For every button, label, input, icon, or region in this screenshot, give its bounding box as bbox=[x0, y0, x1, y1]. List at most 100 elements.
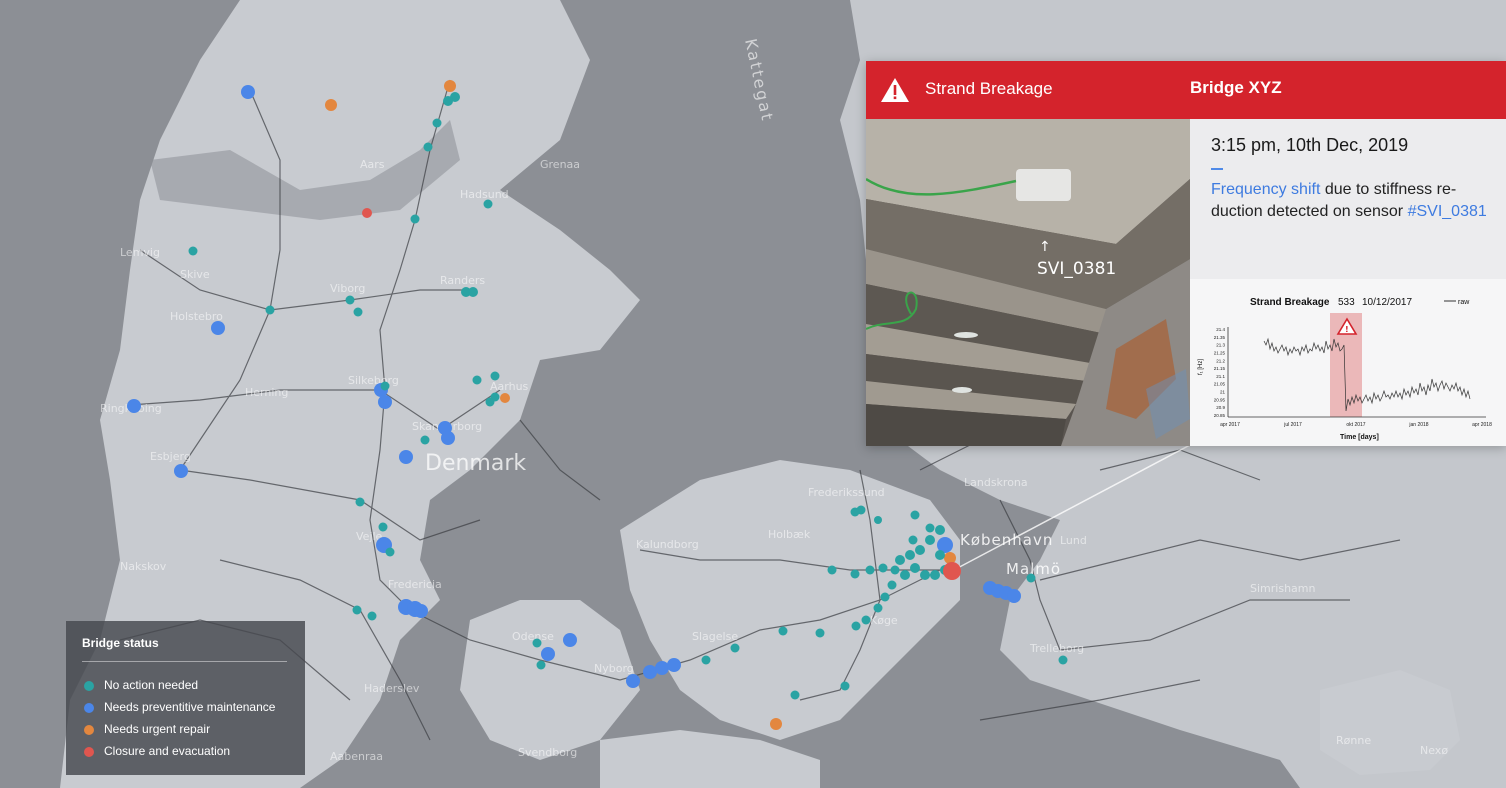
bridge-marker-preventive[interactable] bbox=[655, 661, 669, 675]
bridge-marker-no-action[interactable] bbox=[490, 371, 500, 381]
bridge-marker-no-action[interactable] bbox=[890, 565, 900, 575]
place-label: Nexø bbox=[1420, 744, 1448, 757]
legend-label: Needs preventitive maintenance bbox=[104, 700, 276, 714]
bridge-marker-no-action[interactable] bbox=[915, 545, 925, 555]
bridge-marker-no-action[interactable] bbox=[850, 507, 860, 517]
bridge-marker-no-action[interactable] bbox=[730, 643, 740, 653]
bridge-marker-urgent[interactable] bbox=[325, 99, 337, 111]
chart-y-tick: 21.15 bbox=[1214, 366, 1226, 371]
legend-title: Bridge status bbox=[82, 636, 159, 650]
bridge-marker-no-action[interactable] bbox=[910, 510, 920, 520]
place-label: Randers bbox=[440, 274, 485, 287]
bridge-marker-closure[interactable] bbox=[362, 208, 372, 218]
bridge-marker-urgent[interactable] bbox=[444, 80, 456, 92]
bridge-marker-no-action[interactable] bbox=[472, 375, 482, 385]
bridge-marker-no-action[interactable] bbox=[345, 295, 355, 305]
sensor-link[interactable]: #SVI_0381 bbox=[1408, 203, 1487, 220]
chart-y-tick: 21.35 bbox=[1214, 335, 1226, 340]
bridge-marker-no-action[interactable] bbox=[887, 580, 897, 590]
bridge-marker-preventive[interactable] bbox=[174, 464, 188, 478]
bridge-marker-no-action[interactable] bbox=[908, 535, 918, 545]
chart-y-tick: 20.9 bbox=[1216, 405, 1225, 410]
bridge-marker-no-action[interactable] bbox=[443, 96, 453, 106]
bridge-marker-no-action[interactable] bbox=[1026, 573, 1036, 583]
bridge-marker-no-action[interactable] bbox=[851, 621, 861, 631]
bridge-marker-no-action[interactable] bbox=[910, 563, 920, 573]
bridge-marker-preventive[interactable] bbox=[1007, 589, 1021, 603]
bridge-marker-no-action[interactable] bbox=[483, 199, 493, 209]
bridge-marker-no-action[interactable] bbox=[873, 603, 883, 613]
bridge-marker-urgent[interactable] bbox=[500, 393, 510, 403]
bridge-marker-no-action[interactable] bbox=[900, 570, 910, 580]
bridge-marker-no-action[interactable] bbox=[850, 569, 860, 579]
bridge-marker-no-action[interactable] bbox=[468, 287, 478, 297]
bridge-marker-no-action[interactable] bbox=[1058, 655, 1068, 665]
bridge-marker-preventive[interactable] bbox=[626, 674, 640, 688]
bridge-marker-no-action[interactable] bbox=[920, 570, 930, 580]
bridge-marker-no-action[interactable] bbox=[432, 118, 442, 128]
chart-y-tick: 21.2 bbox=[1216, 358, 1225, 363]
bridge-marker-no-action[interactable] bbox=[410, 214, 420, 224]
bridge-marker-no-action[interactable] bbox=[935, 550, 945, 560]
bridge-marker-no-action[interactable] bbox=[485, 397, 495, 407]
chart-y-tick: 21 bbox=[1220, 390, 1226, 395]
chart-date: 10/12/2017 bbox=[1362, 297, 1412, 308]
bridge-marker-no-action[interactable] bbox=[865, 565, 875, 575]
bridge-marker-no-action[interactable] bbox=[355, 497, 365, 507]
place-label: Esbjerg bbox=[150, 450, 191, 463]
place-label: Fredericia bbox=[388, 578, 442, 591]
bridge-marker-no-action[interactable] bbox=[925, 523, 935, 533]
bridge-marker-no-action[interactable] bbox=[778, 626, 788, 636]
place-label: Nakskov bbox=[120, 560, 167, 573]
place-label: Landskrona bbox=[964, 476, 1028, 489]
bridge-marker-urgent[interactable] bbox=[944, 552, 956, 564]
bridge-marker-preventive[interactable] bbox=[399, 450, 413, 464]
bridge-marker-no-action[interactable] bbox=[536, 660, 546, 670]
alert-card[interactable]: Strand Breakage Bridge XYZ ↑ SVI_0381 3:… bbox=[866, 61, 1506, 446]
legend-label: Needs urgent repair bbox=[104, 722, 211, 736]
place-label: Lemvig bbox=[120, 246, 160, 259]
bridge-marker-no-action[interactable] bbox=[861, 615, 871, 625]
bridge-marker-urgent[interactable] bbox=[770, 718, 782, 730]
bridge-marker-no-action[interactable] bbox=[352, 605, 362, 615]
bridge-marker-no-action[interactable] bbox=[385, 547, 395, 557]
bridge-marker-no-action[interactable] bbox=[353, 307, 363, 317]
bridge-marker-preventive[interactable] bbox=[378, 395, 392, 409]
bridge-marker-no-action[interactable] bbox=[815, 628, 825, 638]
bridge-marker-preventive[interactable] bbox=[211, 321, 225, 335]
bridge-marker-preventive[interactable] bbox=[414, 604, 428, 618]
bridge-marker-no-action[interactable] bbox=[905, 550, 915, 560]
bridge-marker-no-action[interactable] bbox=[878, 563, 888, 573]
bridge-marker-no-action[interactable] bbox=[188, 246, 198, 256]
bridge-marker-no-action[interactable] bbox=[930, 570, 940, 580]
bridge-marker-preventive[interactable] bbox=[441, 431, 455, 445]
bridge-marker-no-action[interactable] bbox=[925, 535, 935, 545]
place-label: Viborg bbox=[330, 282, 365, 295]
bridge-marker-no-action[interactable] bbox=[880, 592, 890, 602]
bridge-marker-preventive[interactable] bbox=[643, 665, 657, 679]
bridge-marker-preventive[interactable] bbox=[667, 658, 681, 672]
place-label: Nyborg bbox=[594, 662, 634, 675]
chart-y-tick: 21.25 bbox=[1214, 350, 1226, 355]
bridge-marker-no-action[interactable] bbox=[378, 522, 388, 532]
bridge-marker-no-action[interactable] bbox=[701, 655, 711, 665]
bridge-marker-preventive[interactable] bbox=[241, 85, 255, 99]
sensor-pointer-arrow: ↑ bbox=[1039, 239, 1051, 255]
bridge-marker-no-action[interactable] bbox=[935, 525, 945, 535]
bridge-marker-preventive[interactable] bbox=[127, 399, 141, 413]
bridge-marker-no-action[interactable] bbox=[895, 555, 905, 565]
bridge-marker-no-action[interactable] bbox=[420, 435, 430, 445]
bridge-marker-no-action[interactable] bbox=[380, 381, 390, 391]
bridge-marker-no-action[interactable] bbox=[265, 305, 275, 315]
bridge-marker-no-action[interactable] bbox=[532, 638, 542, 648]
legend-dot bbox=[84, 725, 94, 735]
bridge-marker-preventive[interactable] bbox=[563, 633, 577, 647]
bridge-marker-no-action[interactable] bbox=[367, 611, 377, 621]
bridge-marker-no-action[interactable] bbox=[790, 690, 800, 700]
bridge-marker-no-action[interactable] bbox=[874, 516, 882, 524]
bridge-marker-no-action[interactable] bbox=[423, 142, 433, 152]
bridge-marker-no-action[interactable] bbox=[840, 681, 850, 691]
bridge-marker-no-action[interactable] bbox=[827, 565, 837, 575]
bridge-marker-preventive[interactable] bbox=[541, 647, 555, 661]
bridge-marker-closure[interactable] bbox=[943, 562, 961, 580]
